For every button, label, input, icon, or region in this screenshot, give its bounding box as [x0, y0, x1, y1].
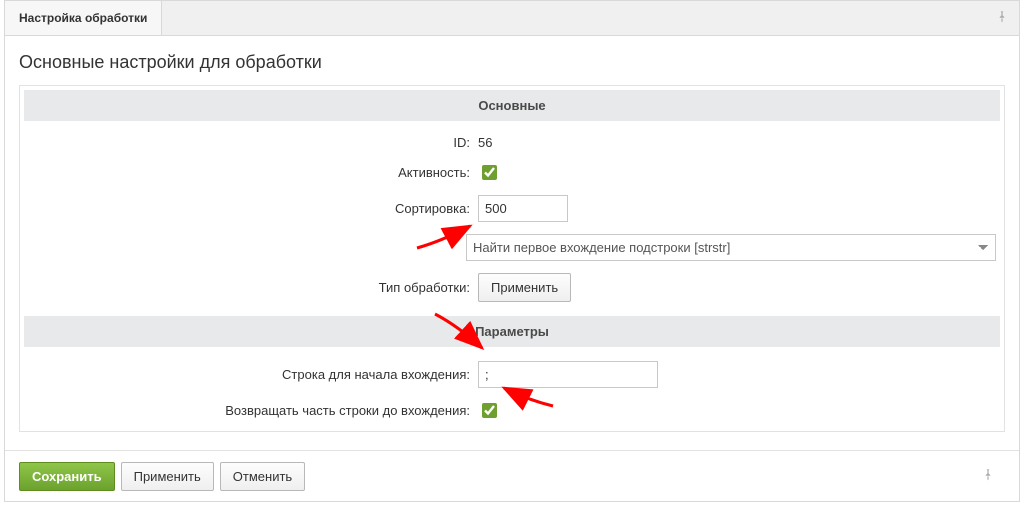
section-params-header: Параметры [24, 316, 1000, 347]
checkbox-return-before[interactable] [482, 403, 497, 418]
form-panel: Основные ID: 56 Активность: Сортировка: [19, 85, 1005, 432]
cancel-button[interactable]: Отменить [220, 462, 305, 491]
row-type-select: Найти первое вхождение подстроки [strstr… [24, 228, 1000, 267]
apply-button[interactable]: Применить [121, 462, 214, 491]
row-start-string: Строка для начала вхождения: [24, 355, 1000, 394]
label-active: Активность: [28, 165, 478, 180]
checkbox-active[interactable] [482, 165, 497, 180]
apply-type-button[interactable]: Применить [478, 273, 571, 302]
tabbar: Настройка обработки [4, 0, 1020, 36]
value-id: 56 [478, 135, 492, 150]
label-sort: Сортировка: [28, 201, 478, 216]
row-return-before: Возвращать часть строки до вхождения: [24, 394, 1000, 427]
page-title: Основные настройки для обработки [19, 52, 1005, 73]
save-button[interactable]: Сохранить [19, 462, 115, 491]
row-sort: Сортировка: [24, 189, 1000, 228]
input-start-string[interactable] [478, 361, 658, 388]
tab-processing-settings[interactable]: Настройка обработки [5, 1, 162, 35]
label-return-before: Возвращать часть строки до вхождения: [28, 403, 478, 418]
pin-icon[interactable] [971, 461, 1005, 491]
select-processing-type[interactable]: Найти первое вхождение подстроки [strstr… [466, 234, 996, 261]
input-sort[interactable] [478, 195, 568, 222]
label-start-string: Строка для начала вхождения: [28, 367, 478, 382]
panel: Основные настройки для обработки Основны… [4, 36, 1020, 502]
section-main-header: Основные [24, 90, 1000, 121]
label-type: Тип обработки: [28, 280, 478, 295]
label-id: ID: [28, 135, 478, 150]
row-active: Активность: [24, 156, 1000, 189]
pin-icon[interactable] [985, 3, 1019, 33]
row-type-apply: Тип обработки: Применить [24, 267, 1000, 308]
footer-actions: Сохранить Применить Отменить [5, 450, 1019, 501]
row-id: ID: 56 [24, 129, 1000, 156]
